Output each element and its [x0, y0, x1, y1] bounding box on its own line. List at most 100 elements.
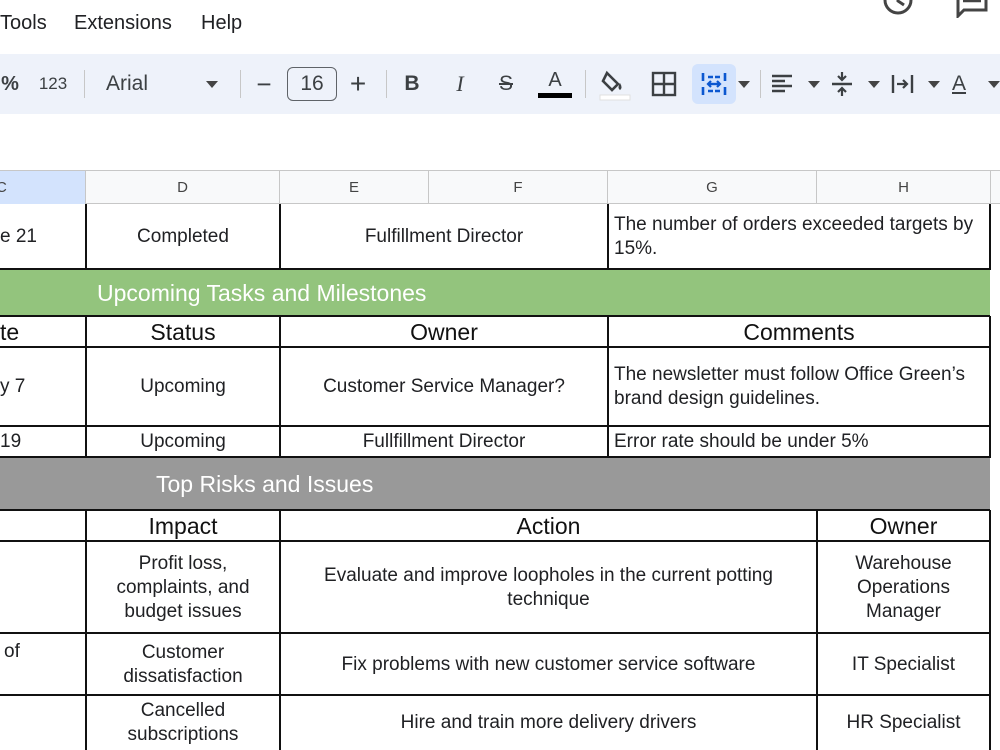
- borders-button[interactable]: [646, 64, 682, 104]
- cell-border: [279, 204, 281, 270]
- fill-color-button[interactable]: [596, 64, 634, 104]
- history-icon[interactable]: [880, 0, 916, 18]
- column-header-f[interactable]: F: [429, 171, 608, 204]
- cell-owner[interactable]: Fulfillment Director: [280, 204, 608, 270]
- text-wrap-icon: [891, 75, 914, 93]
- font-size-input[interactable]: 16: [287, 67, 337, 101]
- cell-action[interactable]: Evaluate and improve loopholes in the cu…: [280, 542, 817, 634]
- cell-border: [0, 509, 990, 511]
- menu-tools[interactable]: Tools: [0, 12, 47, 35]
- merge-cells-button[interactable]: [692, 64, 736, 104]
- text-wrapping-button[interactable]: [890, 64, 940, 104]
- borders-icon: [651, 71, 677, 97]
- horizontal-align-button[interactable]: [770, 64, 820, 104]
- font-family-select[interactable]: Arial: [96, 64, 226, 104]
- cell-issue[interactable]: [0, 542, 86, 634]
- sheet-top-area: [0, 114, 1000, 170]
- cell-border: [989, 204, 991, 270]
- cell-impact[interactable]: Customer dissatisfaction: [86, 634, 280, 696]
- cell-owner[interactable]: Customer Service Manager?: [280, 348, 608, 426]
- cell-risk-owner[interactable]: IT Specialist: [817, 634, 990, 696]
- cell-date[interactable]: e 21: [0, 204, 86, 270]
- text-rotation-button[interactable]: A: [952, 64, 1000, 104]
- cell-impact[interactable]: Cancelled subscriptions: [86, 696, 280, 750]
- cell-date[interactable]: y 7: [0, 348, 86, 426]
- column-header-e[interactable]: E: [280, 171, 429, 204]
- cell-issue[interactable]: [0, 696, 86, 750]
- bold-button[interactable]: B: [398, 64, 426, 104]
- decrease-font-size-button[interactable]: −: [250, 64, 278, 104]
- cell-action[interactable]: Fix problems with new customer service s…: [280, 634, 817, 696]
- menu-help[interactable]: Help: [201, 12, 242, 35]
- merge-cells-icon: [701, 73, 727, 95]
- separator: [84, 70, 85, 98]
- cell-status[interactable]: Upcoming: [86, 426, 280, 458]
- cell-owner[interactable]: Fullfillment Director: [280, 426, 608, 458]
- cell-border: [85, 510, 87, 750]
- cell-border: [85, 204, 87, 270]
- text-color-button[interactable]: A: [536, 64, 574, 104]
- header-status: Status: [150, 319, 216, 345]
- cell-border: [279, 316, 281, 458]
- strikethrough-button[interactable]: S: [492, 64, 520, 104]
- column-header-h[interactable]: H: [817, 171, 991, 204]
- vertical-align-middle-icon: [832, 72, 852, 96]
- cell-impact[interactable]: Profit loss, complaints, and budget issu…: [86, 542, 280, 634]
- format-percent-icon[interactable]: %: [0, 64, 20, 104]
- upcoming-section-title: Upcoming Tasks and Milestones: [97, 279, 427, 306]
- cell-border: [0, 456, 990, 458]
- cell-comments[interactable]: The number of orders exceeded targets by…: [608, 204, 990, 270]
- chevron-down-icon: [808, 80, 820, 88]
- cell-risk-owner[interactable]: HR Specialist: [817, 696, 990, 750]
- header-risk-owner: Owner: [869, 513, 938, 539]
- cell-issue[interactable]: of: [0, 634, 86, 696]
- align-left-icon: [772, 74, 792, 93]
- comment-icon[interactable]: [954, 0, 990, 18]
- text-color-swatch: [538, 93, 572, 98]
- cell-status[interactable]: Upcoming: [86, 348, 280, 426]
- cell-border: [0, 425, 990, 427]
- cell-date[interactable]: 19: [0, 426, 86, 458]
- upcoming-section-band[interactable]: Upcoming Tasks and Milestones: [0, 270, 990, 316]
- separator: [386, 70, 387, 98]
- cell-border: [816, 510, 818, 750]
- cell-border: [0, 315, 990, 317]
- separator: [585, 70, 586, 98]
- italic-button[interactable]: I: [446, 64, 474, 104]
- more-formats-button[interactable]: 123: [34, 64, 72, 104]
- vertical-align-button[interactable]: [830, 64, 880, 104]
- cell-comments[interactable]: Error rate should be under 5%: [608, 426, 990, 458]
- header-impact: Impact: [148, 513, 218, 539]
- merge-options-dropdown[interactable]: [737, 64, 751, 104]
- column-header-g[interactable]: G: [608, 171, 817, 204]
- chevron-down-icon: [738, 80, 750, 88]
- column-header-d[interactable]: D: [86, 171, 280, 204]
- chevron-down-icon: [928, 80, 940, 88]
- risks-section-band[interactable]: Top Risks and Issues: [0, 458, 990, 510]
- risks-section-title: Top Risks and Issues: [156, 470, 374, 497]
- header-action: Action: [516, 513, 581, 539]
- chevron-down-icon: [868, 80, 880, 88]
- cell-border: [989, 510, 991, 750]
- cell-status[interactable]: Completed: [86, 204, 280, 270]
- cell-risk-owner[interactable]: Warehouse Operations Manager: [817, 542, 990, 634]
- chevron-down-icon: [988, 80, 1000, 88]
- column-header-c[interactable]: C: [0, 171, 86, 204]
- cell-border: [279, 510, 281, 750]
- increase-font-size-button[interactable]: +: [344, 64, 372, 104]
- toolbar: % 123 Arial − 16 + B I S A A: [0, 54, 1000, 114]
- cell-border: [607, 204, 609, 270]
- cell-border: [0, 268, 990, 270]
- chevron-down-icon: [206, 80, 218, 88]
- menu-bar: Tools Extensions Help: [0, 0, 1000, 54]
- column-header-c-label: C: [0, 179, 7, 196]
- cell-border: [0, 632, 990, 634]
- header-comments: Comments: [743, 319, 855, 345]
- column-headers: C D E F G H: [0, 170, 1000, 204]
- cell-action[interactable]: Hire and train more delivery drivers: [280, 696, 817, 750]
- paint-bucket-icon: [599, 70, 631, 101]
- cell-comments[interactable]: The newsletter must follow Office Green’…: [608, 348, 990, 426]
- text-rotation-icon: A: [952, 72, 967, 95]
- header-owner: Owner: [410, 319, 478, 345]
- menu-extensions[interactable]: Extensions: [74, 12, 172, 35]
